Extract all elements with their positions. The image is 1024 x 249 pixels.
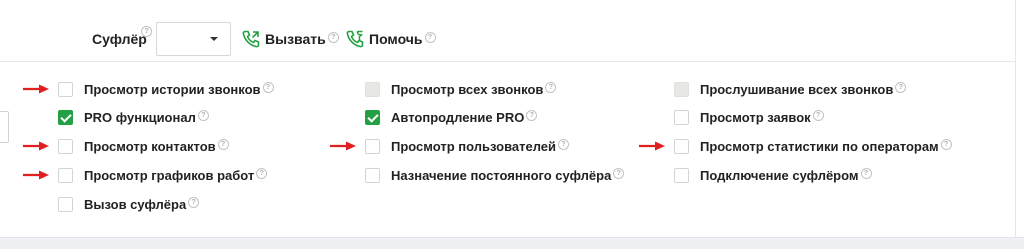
chevron-down-icon (210, 37, 218, 41)
permission-item[interactable]: Просмотр истории звонков? (58, 80, 274, 98)
permission-item[interactable]: Просмотр пользователей? (365, 137, 570, 155)
partial-input[interactable] (0, 111, 9, 143)
permission-checkbox (365, 81, 380, 97)
help-label: Помочь (369, 31, 423, 47)
help-icon[interactable]: ? (217, 139, 229, 150)
permission-item[interactable]: PRO функционал? (58, 108, 209, 126)
permission-label: Автопродление PRO (391, 109, 525, 125)
permission-checkbox[interactable] (58, 167, 73, 183)
permission-item[interactable]: Назначение постоянного суфлёра? (365, 166, 625, 184)
permission-checkbox[interactable] (674, 138, 689, 154)
permission-label: Просмотр заявок (700, 109, 811, 125)
permission-item[interactable]: Просмотр графиков работ? (58, 166, 268, 184)
prompter-label: Суфлёр (92, 31, 147, 47)
permission-item[interactable]: Просмотр статистики по операторам? (674, 137, 952, 155)
permission-label: Просмотр графиков работ (84, 167, 255, 183)
help-icon[interactable]: ? (613, 168, 625, 179)
permission-label: Подключение суфлёром (700, 167, 859, 183)
permission-label: Назначение постоянного суфлёра (391, 167, 612, 183)
permission-label: Вызов суфлёра (84, 196, 187, 212)
red-arrow-icon (23, 141, 49, 151)
permission-label: Просмотр контактов (84, 138, 216, 154)
permission-checkbox[interactable] (674, 109, 689, 125)
permission-label: Просмотр статистики по операторам (700, 138, 939, 154)
divider (0, 61, 1015, 62)
settings-panel: Суфлёр ? Вызвать ? Помочь ? Просмотр ист… (0, 0, 1016, 237)
help-icon[interactable]: ? (940, 139, 952, 150)
permission-checkbox[interactable] (58, 196, 73, 212)
help-icon[interactable]: ? (895, 82, 907, 93)
help-icon[interactable]: ? (327, 32, 339, 43)
permission-checkbox[interactable] (58, 138, 73, 154)
permission-checkbox (674, 81, 689, 97)
permission-label: Просмотр всех звонков (391, 81, 544, 97)
call-label: Вызвать (265, 31, 326, 47)
permission-checkbox[interactable] (674, 167, 689, 183)
permission-label: Просмотр пользователей (391, 138, 557, 154)
red-arrow-icon (330, 141, 356, 151)
permission-label: Просмотр истории звонков (84, 81, 261, 97)
help-icon[interactable]: ? (526, 110, 538, 121)
permission-label: Прослушивание всех звонков (700, 81, 894, 97)
permission-item[interactable]: Просмотр контактов? (58, 137, 229, 155)
help-icon[interactable]: ? (141, 26, 152, 37)
help-icon[interactable]: ? (262, 82, 274, 93)
call-button[interactable]: Вызвать ? (241, 29, 339, 49)
permission-item[interactable]: Просмотр всех звонков? (365, 80, 557, 98)
help-button[interactable]: Помочь ? (345, 29, 436, 49)
permission-checkbox[interactable] (58, 109, 73, 125)
permission-checkbox[interactable] (58, 81, 73, 97)
help-icon[interactable]: ? (558, 139, 570, 150)
red-arrow-icon (639, 141, 665, 151)
permission-item[interactable]: Подключение суфлёром? (674, 166, 872, 184)
help-icon[interactable]: ? (812, 110, 824, 121)
help-icon[interactable]: ? (424, 32, 436, 43)
phone-call-icon (241, 29, 261, 49)
help-icon[interactable]: ? (197, 110, 209, 121)
permission-label: PRO функционал (84, 109, 196, 125)
permission-item[interactable]: Просмотр заявок? (674, 108, 824, 126)
permission-checkbox[interactable] (365, 138, 380, 154)
permission-item[interactable]: Автопродление PRO? (365, 108, 538, 126)
red-arrow-icon (23, 170, 49, 180)
permission-checkbox[interactable] (365, 167, 380, 183)
red-arrow-icon (23, 84, 49, 94)
help-icon[interactable]: ? (188, 197, 200, 208)
prompter-select[interactable] (156, 22, 231, 56)
help-icon[interactable]: ? (545, 82, 557, 93)
permission-checkbox[interactable] (365, 109, 380, 125)
permission-item[interactable]: Прослушивание всех звонков? (674, 80, 907, 98)
help-icon[interactable]: ? (256, 168, 268, 179)
help-icon[interactable]: ? (860, 168, 872, 179)
phone-help-icon (345, 29, 365, 49)
footer-strip (0, 237, 1024, 249)
permission-item[interactable]: Вызов суфлёра? (58, 195, 200, 213)
